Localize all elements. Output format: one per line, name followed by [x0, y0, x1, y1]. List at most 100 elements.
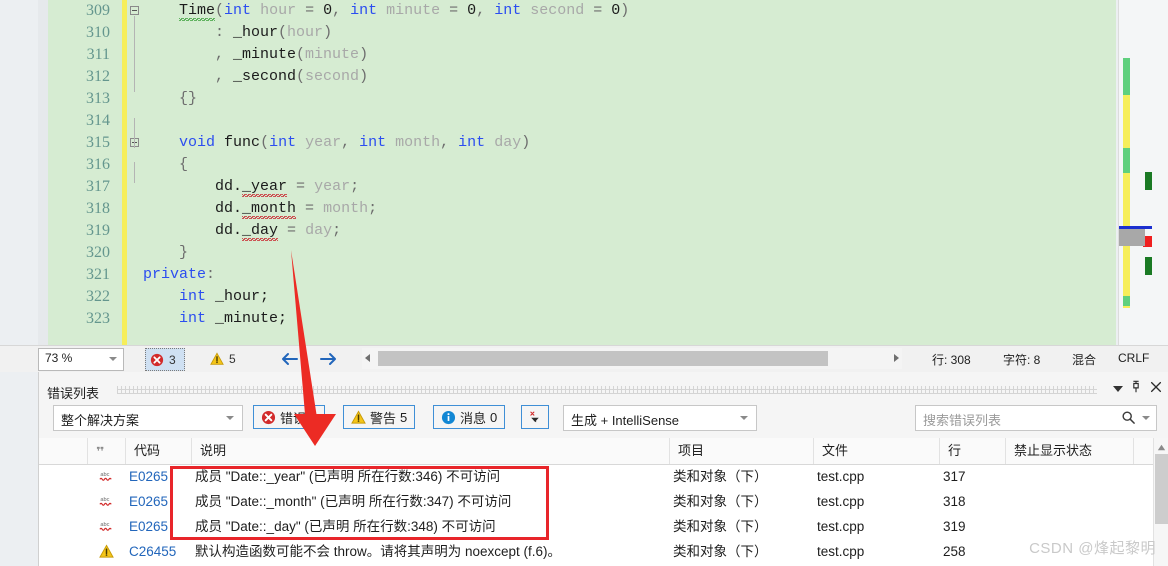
line-number: 319	[86, 222, 110, 239]
horizontal-scrollbar[interactable]	[362, 348, 902, 369]
error-list-body: 错误列表 整个解决方案 错误 3 警告 5 消息 0 生成 + IntelliS…	[38, 372, 1168, 566]
cell-code: C26455	[129, 544, 177, 559]
watermark-text: CSDN @烽起黎明	[1029, 540, 1156, 557]
code-token: int	[359, 134, 387, 151]
fold-toggle-icon[interactable]	[130, 6, 139, 15]
zoom-level-dropdown[interactable]: 73 %	[38, 348, 124, 371]
map-caret-line	[1119, 226, 1153, 229]
code-token: ,	[143, 46, 234, 63]
code-line[interactable]: private:	[143, 264, 215, 286]
line-number: 314	[86, 112, 110, 129]
status-error-count[interactable]: 3	[145, 348, 185, 371]
code-token: {	[143, 156, 189, 173]
warnings-toggle-button[interactable]: 警告 5	[343, 405, 416, 429]
code-line[interactable]: , _minute(minute)	[143, 44, 368, 66]
clear-filter-icon	[530, 411, 539, 423]
fold-connector	[134, 162, 135, 183]
code-token: ,	[440, 134, 459, 151]
code-line[interactable]: {}	[143, 88, 197, 110]
navigate-back-button[interactable]	[278, 350, 300, 371]
code-line[interactable]: dd._month = month;	[143, 198, 377, 220]
column-header-project[interactable]: 项目	[669, 438, 813, 464]
code-line[interactable]: {	[143, 154, 188, 176]
panel-drag-handle[interactable]	[117, 386, 1097, 394]
code-line[interactable]: dd._year = year;	[143, 176, 359, 198]
scrollbar-margin-map[interactable]	[1118, 0, 1156, 345]
line-number: 316	[86, 156, 110, 173]
code-line[interactable]: int _hour;	[143, 286, 269, 308]
messages-toggle-button[interactable]: 消息 0	[433, 405, 506, 429]
status-column-number: 字符: 8	[1003, 353, 1041, 367]
cell-file: test.cpp	[817, 519, 865, 534]
search-error-list-box[interactable]: 搜索错误列表	[915, 405, 1157, 431]
code-token: ;	[350, 178, 360, 195]
code-token: ,	[341, 134, 360, 151]
scroll-right-arrow[interactable]	[890, 352, 902, 364]
code-line[interactable]: : _hour(hour)	[143, 22, 332, 44]
code-line[interactable]: int _minute;	[143, 308, 287, 330]
navigate-forward-button[interactable]	[318, 350, 340, 371]
error-list-panel: 错误列表 整个解决方案 错误 3 警告 5 消息 0 生成 + IntelliS…	[0, 372, 1168, 566]
column-header-file[interactable]: 文件	[813, 438, 939, 464]
code-line[interactable]: }	[143, 242, 188, 264]
code-line[interactable]: void func(int year, int month, int day)	[143, 132, 530, 154]
scroll-left-arrow[interactable]	[362, 352, 374, 364]
pin-icon[interactable]	[1129, 380, 1143, 397]
build-filter-dropdown[interactable]: 生成 + IntelliSense	[563, 405, 757, 431]
horizontal-scroll-thumb[interactable]	[378, 351, 828, 366]
zoom-level-value: 73 %	[45, 351, 73, 365]
line-number: 320	[86, 244, 110, 261]
svg-text:abc: abc	[100, 472, 109, 478]
column-header-code[interactable]: 代码	[125, 438, 191, 464]
search-icon[interactable]	[1121, 410, 1136, 428]
code-text[interactable]: Time(int hour = 0, int minute = 0, int s…	[143, 0, 1118, 345]
code-token: _month	[242, 200, 297, 219]
code-token: :	[143, 24, 234, 41]
grid-scroll-thumb[interactable]	[1155, 454, 1168, 524]
column-header-suppress[interactable]: 禁止显示状态	[1005, 438, 1133, 464]
scope-filter-dropdown[interactable]: 整个解决方案	[53, 405, 243, 431]
code-token: int	[179, 310, 207, 327]
code-token: void	[179, 134, 216, 151]
line-number: 321	[86, 266, 110, 283]
column-header-desc[interactable]: 说明	[191, 438, 669, 464]
cell-file: test.cpp	[817, 544, 865, 559]
panel-left-margin	[0, 372, 38, 566]
table-row[interactable]: abc E0265 成员 "Date::_month" (已声明 所在行数:347)…	[39, 489, 1168, 514]
code-token: year	[314, 178, 351, 195]
code-line[interactable]: , _second(second)	[143, 66, 368, 88]
code-line[interactable]: Time(int hour = 0, int minute = 0, int s…	[143, 0, 629, 22]
table-row[interactable]: abc E0265 成员 "Date::_day" (已声明 所在行数:348) 不…	[39, 514, 1168, 539]
column-header-sev[interactable]	[87, 438, 125, 464]
error-list-rows[interactable]: abc E0265 成员 "Date::_year" (已声明 所在行数:346) …	[39, 464, 1168, 564]
code-token: int	[179, 288, 207, 305]
code-token: (	[215, 2, 225, 19]
code-token: month	[386, 134, 441, 151]
line-number: 312	[86, 68, 110, 85]
table-row[interactable]: abc E0265 成员 "Date::_year" (已声明 所在行数:346) …	[39, 464, 1168, 489]
clear-filter-button[interactable]	[521, 405, 549, 429]
errors-toggle-button[interactable]: 错误 3	[253, 405, 326, 429]
code-token: )	[323, 24, 333, 41]
column-header-extra[interactable]	[1133, 438, 1154, 464]
column-header-line[interactable]: 行	[939, 438, 1005, 464]
status-warning-count[interactable]: 5	[210, 348, 236, 369]
vertical-scrollbar[interactable]	[1152, 0, 1168, 345]
code-editor[interactable]: 309 310 311 312 313 314 315 316 317 318 319 320 321 3…	[0, 0, 1168, 345]
code-token: dd.	[143, 200, 243, 217]
error-list-grid[interactable]: 代码 说明 项目 文件行禁止显示状态 abc E0265 成员 "Date::_year"…	[39, 438, 1168, 566]
messages-toggle-label: 消息	[460, 410, 487, 426]
table-row[interactable]: C26455 默认构造函数可能不会 throw。请将其声明为 noexcept (…	[39, 539, 1168, 564]
intellisense-error-icon: abc	[99, 494, 114, 512]
code-folding-margin[interactable]	[127, 0, 143, 345]
cell-project: 类和对象（下）	[673, 469, 768, 484]
cell-code: E0265	[129, 494, 169, 509]
error-icon	[261, 410, 276, 424]
map-green-marker	[1123, 296, 1130, 306]
code-line[interactable]: dd._day = day;	[143, 220, 341, 242]
code-token: ;	[332, 222, 342, 239]
close-icon[interactable]	[1149, 380, 1163, 397]
chevron-down-icon[interactable]	[1113, 386, 1123, 392]
chevron-down-icon[interactable]	[1142, 416, 1150, 420]
